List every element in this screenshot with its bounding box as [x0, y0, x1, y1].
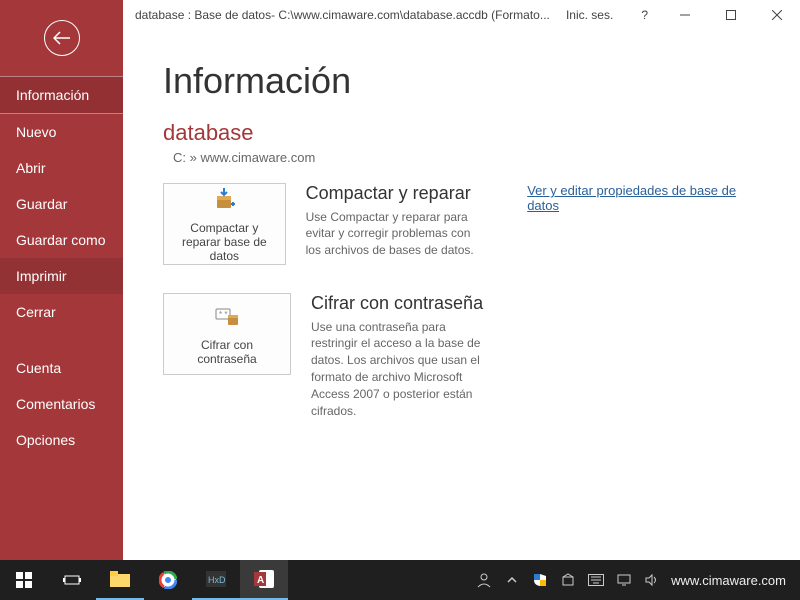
svg-text:A: A: [257, 575, 264, 586]
taskview-button[interactable]: [48, 560, 96, 600]
compact-desc: Compactar y reparar Use Compactar y repa…: [306, 183, 478, 259]
svg-text:HxD: HxD: [208, 575, 226, 585]
compact-text: Use Compactar y reparar para evitar y co…: [306, 209, 478, 259]
explorer-taskbar-icon[interactable]: [96, 560, 144, 600]
compact-repair-icon: [211, 186, 237, 215]
signin-link[interactable]: Inic. ses.: [552, 8, 627, 22]
database-name: database: [163, 120, 760, 146]
keyboard-tray-icon[interactable]: [587, 574, 605, 586]
back-button[interactable]: [0, 0, 123, 76]
taskbar: HxD A www.cimaware.com: [0, 560, 800, 600]
compact-title: Compactar y reparar: [306, 183, 478, 205]
box-tray-icon[interactable]: [559, 573, 577, 587]
compact-repair-button[interactable]: Compactar y reparar base de datos: [163, 183, 286, 265]
database-path: C: » www.cimaware.com: [173, 150, 760, 165]
hxd-taskbar-icon[interactable]: HxD: [192, 560, 240, 600]
help-button[interactable]: ?: [627, 8, 662, 22]
compact-repair-button-label: Compactar y reparar base de datos: [170, 221, 279, 263]
encrypt-icon: * *: [214, 303, 240, 332]
encrypt-button[interactable]: * * Cifrar con contraseña: [163, 293, 291, 375]
sidebar-item-nuevo[interactable]: Nuevo: [0, 114, 123, 150]
titlebar: database : Base de datos- C:\www.cimawar…: [123, 0, 800, 30]
page-title: Información: [163, 60, 760, 102]
side-links: Ver y editar propiedades de base de dato…: [527, 183, 760, 213]
encrypt-text: Use una contraseña para restringir el ac…: [311, 319, 491, 420]
sidebar-item-abrir[interactable]: Abrir: [0, 150, 123, 186]
sidebar-item-imprimir[interactable]: Imprimir: [0, 258, 123, 294]
system-tray: www.cimaware.com: [475, 572, 800, 588]
network-tray-icon[interactable]: [615, 573, 633, 587]
view-edit-properties-link[interactable]: Ver y editar propiedades de base de dato…: [527, 183, 736, 213]
sidebar-item-guardar[interactable]: Guardar: [0, 186, 123, 222]
tray-chevron-icon[interactable]: [503, 575, 521, 585]
people-icon[interactable]: [475, 572, 493, 588]
main-panel: Información database C: » www.cimaware.c…: [123, 30, 800, 560]
chrome-taskbar-icon[interactable]: [144, 560, 192, 600]
compact-row: Compactar y reparar base de datos Compac…: [163, 183, 760, 265]
maximize-button[interactable]: [708, 0, 754, 30]
window-title: database : Base de datos- C:\www.cimawar…: [123, 8, 552, 22]
encrypt-row: * * Cifrar con contraseña Cifrar con con…: [163, 293, 760, 419]
access-taskbar-icon[interactable]: A: [240, 560, 288, 600]
start-button[interactable]: [0, 560, 48, 600]
sidebar-item-guardar-como[interactable]: Guardar como: [0, 222, 123, 258]
encrypt-button-label: Cifrar con contraseña: [170, 338, 284, 366]
encrypt-title: Cifrar con contraseña: [311, 293, 491, 315]
sidebar-item-informacion[interactable]: Información: [0, 76, 123, 114]
sidebar-item-cerrar[interactable]: Cerrar: [0, 294, 123, 330]
minimize-button[interactable]: [662, 0, 708, 30]
close-button[interactable]: [754, 0, 800, 30]
defender-icon[interactable]: [531, 573, 549, 587]
sidebar-item-comentarios[interactable]: Comentarios: [0, 386, 123, 422]
svg-text:* *: * *: [219, 310, 227, 319]
backstage-sidebar: Información Nuevo Abrir Guardar Guardar …: [0, 0, 123, 560]
sidebar-item-opciones[interactable]: Opciones: [0, 422, 123, 458]
volume-tray-icon[interactable]: [643, 573, 661, 587]
taskbar-brand: www.cimaware.com: [671, 573, 786, 588]
encrypt-desc: Cifrar con contraseña Use una contraseña…: [311, 293, 491, 419]
sidebar-item-cuenta[interactable]: Cuenta: [0, 350, 123, 386]
back-arrow-icon: [44, 20, 80, 56]
